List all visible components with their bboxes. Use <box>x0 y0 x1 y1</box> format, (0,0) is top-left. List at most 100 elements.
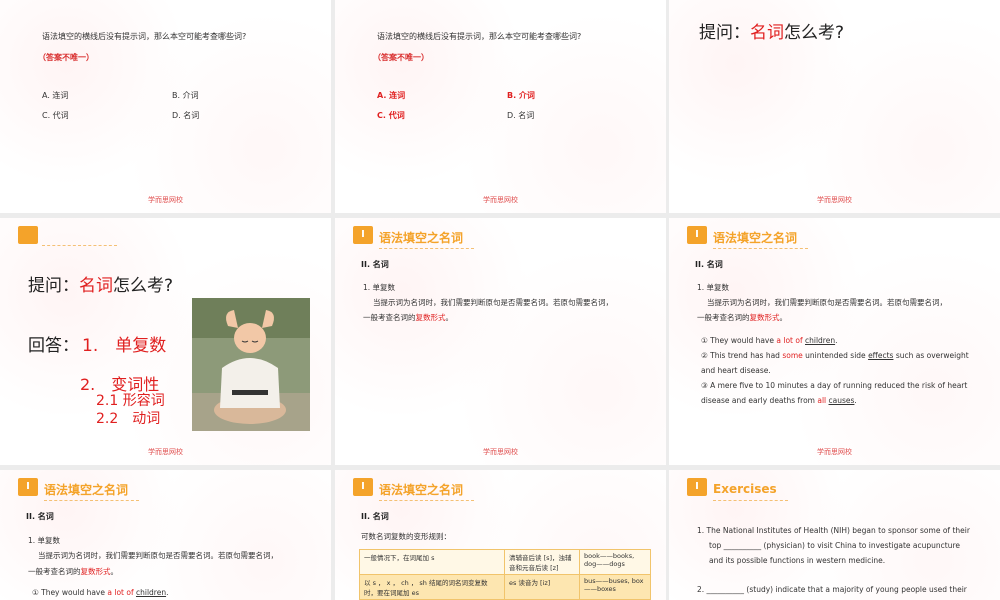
section-badge: I <box>687 478 707 496</box>
slide-3[interactable]: 提问：名词怎么考? 学而思网校 <box>669 0 1000 213</box>
header-divider <box>713 248 808 249</box>
question-suffix: 怎么考? <box>113 276 174 296</box>
header-divider <box>379 500 474 501</box>
example-1: ① They would have a lot of children. <box>701 333 837 348</box>
option-a: A. 连词 <box>377 91 406 100</box>
option-b: B. 介词 <box>172 91 199 100</box>
example-keyword: a lot of <box>776 336 803 345</box>
option-d: D. 名词 <box>507 111 535 120</box>
option-c: C. 代词 <box>377 111 405 120</box>
example-text: ① They would have <box>32 588 108 597</box>
answer-item-1: 1. 单复数 <box>82 336 167 356</box>
slide-footer: 学而思网校 <box>817 196 852 204</box>
example-end: such as overweight <box>893 351 969 360</box>
table-cell: es 读音为 [iz] <box>504 574 580 600</box>
section-heading: II. 名词 <box>695 260 723 269</box>
slide-footer: 学而思网校 <box>148 196 183 204</box>
slide-5[interactable]: I 语法填空之名词 II. 名词 1. 单复数 当提示词为名词时，我们需要判断原… <box>335 218 666 465</box>
header-divider <box>379 248 474 249</box>
example-end: . <box>166 588 169 597</box>
item-desc-line1: 当提示词为名词时，我们需要判断原句是否需要名词。若原句需要名词， <box>373 298 613 307</box>
example-answer: causes <box>828 396 855 405</box>
table-cell: book——books, dog——dogs <box>579 549 651 575</box>
exercise-1-line3: and its possible functions in western me… <box>709 556 886 565</box>
exercise-1-line1: 1. The National Institutes of Health (NI… <box>697 526 970 535</box>
desc-prefix: 一般考查名词的 <box>28 567 81 576</box>
answer-item-2-1: 2.1 形容词 <box>96 393 165 409</box>
cartoon-image <box>192 298 310 431</box>
section-title: 语法填空之名词 <box>713 231 798 245</box>
exercise-2-line1: 2. __________ (study) indicate that a ma… <box>697 585 967 594</box>
slide-2[interactable]: 语法填空的横线后没有提示词，那么本空可能考查哪些词? （答案不唯一） A. 连词… <box>335 0 666 213</box>
slide-footer: 学而思网校 <box>483 196 518 204</box>
slide-9[interactable]: I Exercises 1. The National Institutes o… <box>669 470 1000 600</box>
option-c: C. 代词 <box>42 111 69 120</box>
example-2-line2: and heart disease. <box>701 366 771 375</box>
desc-suffix: 。 <box>110 567 119 576</box>
table-cell: bus——buses, box——boxes <box>579 574 651 600</box>
item-desc-line2: 一般考查名词的复数形式。 <box>363 310 453 325</box>
answer-note: （答案不唯一） <box>38 53 94 62</box>
question-keyword: 名词 <box>750 23 784 43</box>
cartoon-monk-illustration <box>192 298 310 431</box>
desc-keyword: 复数形式 <box>749 313 780 322</box>
question-keyword: 名词 <box>79 276 113 296</box>
section-heading: II. 名词 <box>361 512 389 521</box>
section-title: 语法填空之名词 <box>379 483 464 497</box>
section-badge <box>18 226 38 244</box>
section-badge: I <box>353 478 373 496</box>
example-text: ① They would have <box>701 336 777 345</box>
option-a: A. 连词 <box>42 91 69 100</box>
slide-6[interactable]: I 语法填空之名词 II. 名词 1. 单复数 当提示词为名词时，我们需要判断原… <box>669 218 1000 465</box>
slide-8[interactable]: I 语法填空之名词 II. 名词 可数名词复数的变形规则： 一般情况下，在词尾加… <box>335 470 666 600</box>
slide-footer: 学而思网校 <box>483 448 518 456</box>
header-divider <box>713 500 788 501</box>
exercise-1-line2: top __________ (physician) to visit Chin… <box>709 541 960 550</box>
example-end: . <box>835 336 838 345</box>
desc-keyword: 复数形式 <box>80 567 111 576</box>
section-badge: I <box>353 226 373 244</box>
example-answer: effects <box>868 351 894 360</box>
desc-prefix: 一般考查名词的 <box>363 313 416 322</box>
example-answer: children <box>135 588 167 597</box>
example-2: ② This trend has had some unintended sid… <box>701 348 969 363</box>
desc-suffix: 。 <box>779 313 788 322</box>
section-badge: I <box>687 226 707 244</box>
item-desc-line1: 当提示词为名词时，我们需要判断原句是否需要名词。若原句需要名词， <box>38 551 278 560</box>
table-row: 一般情况下，在词尾加 s 清辅音后读 [s]，浊辅音和元音后读 [z] book… <box>359 549 651 575</box>
example-3-line1: ③ A mere five to 10 minutes a day of run… <box>701 381 968 390</box>
slide-4[interactable]: 提问：名词怎么考? 回答： 1. 单复数 2. 变词性 2.1 形容词 2.2 … <box>0 218 331 465</box>
slide-7[interactable]: I 语法填空之名词 II. 名词 1. 单复数 当提示词为名词时，我们需要判断原… <box>0 470 331 600</box>
item-desc-line2: 一般考查名词的复数形式。 <box>697 310 787 325</box>
answer-note: （答案不唯一） <box>373 53 429 62</box>
slide-1[interactable]: 语法填空的横线后没有提示词，那么本空可能考查哪些词? （答案不唯一） A. 连词… <box>0 0 331 213</box>
example-text: ② This trend has had <box>701 351 783 360</box>
answer-item-2-2: 2.2 动词 <box>96 411 161 427</box>
question-prefix: 提问： <box>699 23 750 43</box>
question-text: 语法填空的横线后没有提示词，那么本空可能考查哪些词? <box>42 32 247 41</box>
section-heading: II. 名词 <box>361 260 389 269</box>
section-badge: I <box>18 478 38 496</box>
example-1: ① They would have a lot of children. <box>32 585 168 600</box>
table-cell: 以 s ， x ， ch ， sh 结尾的词名词变复数时，要在词尾加 es <box>359 574 505 600</box>
question-prefix: 提问： <box>28 276 79 296</box>
question-heading: 提问：名词怎么考? <box>699 18 844 43</box>
header-divider <box>42 245 117 246</box>
item-title: 1. 单复数 <box>697 283 730 292</box>
answer-label: 回答： <box>28 336 79 356</box>
example-text: disease and early deaths from <box>701 396 818 405</box>
table-cell: 清辅音后读 [s]，浊辅音和元音后读 [z] <box>504 549 580 575</box>
exercises-title: Exercises <box>713 482 777 496</box>
plural-rules-table: 一般情况下，在词尾加 s 清辅音后读 [s]，浊辅音和元音后读 [z] book… <box>359 549 651 600</box>
desc-prefix: 一般考查名词的 <box>697 313 750 322</box>
section-title: 语法填空之名词 <box>44 483 129 497</box>
section-heading: II. 名词 <box>26 512 54 521</box>
example-keyword: a lot of <box>107 588 134 597</box>
slide-footer: 学而思网校 <box>148 448 183 456</box>
item-title: 1. 单复数 <box>363 283 396 292</box>
item-title: 1. 单复数 <box>28 536 61 545</box>
example-3-line2: disease and early deaths from all causes… <box>701 393 857 408</box>
desc-suffix: 。 <box>445 313 454 322</box>
table-row: 以 s ， x ， ch ， sh 结尾的词名词变复数时，要在词尾加 es es… <box>359 574 651 600</box>
rules-intro: 可数名词复数的变形规则： <box>361 532 451 541</box>
